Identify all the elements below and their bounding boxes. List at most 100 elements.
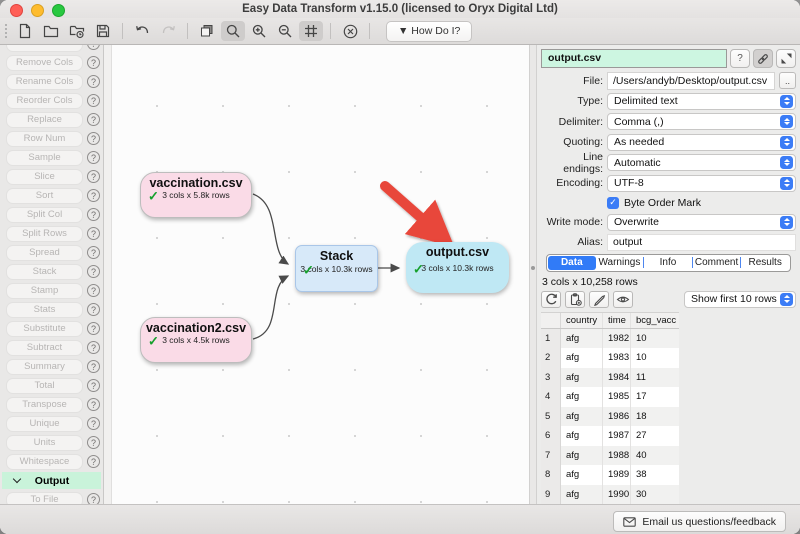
link-button[interactable] xyxy=(753,49,773,68)
redo-icon[interactable] xyxy=(156,21,180,41)
refresh-button[interactable] xyxy=(541,291,561,308)
node-name-input[interactable]: output.csv xyxy=(541,49,727,68)
sidebar-item-total[interactable]: Total xyxy=(6,378,83,394)
node-vaccination1[interactable]: vaccination.csv 3 cols x 5.8k rows xyxy=(140,172,252,218)
tab-comment[interactable]: Comment xyxy=(693,256,741,270)
help-icon[interactable] xyxy=(87,303,100,316)
open-file-icon[interactable] xyxy=(39,21,63,41)
write-mode-select[interactable]: Overwrite xyxy=(607,214,796,231)
duplicate-icon[interactable] xyxy=(195,21,219,41)
help-icon[interactable] xyxy=(87,341,100,354)
help-button[interactable]: ? xyxy=(730,49,750,68)
help-icon[interactable] xyxy=(87,151,100,164)
sidebar-item-sample[interactable]: Sample xyxy=(6,150,83,166)
sidebar-item-summary[interactable]: Summary xyxy=(6,359,83,375)
help-icon[interactable] xyxy=(87,94,100,107)
help-icon[interactable] xyxy=(87,227,100,240)
tab-results[interactable]: Results xyxy=(741,256,789,270)
sidebar-item-stamp[interactable]: Stamp xyxy=(6,283,83,299)
alias-input[interactable]: output xyxy=(607,234,796,251)
sidebar-item-unique[interactable]: Unique xyxy=(6,416,83,432)
sidebar-scrollbar[interactable] xyxy=(104,45,112,504)
help-icon[interactable] xyxy=(87,322,100,335)
panel-splitter[interactable] xyxy=(529,45,537,504)
node-stack[interactable]: Stack 3 cols x 10.3k rows xyxy=(295,245,378,292)
encoding-select[interactable]: UTF-8 xyxy=(607,175,796,192)
help-icon[interactable] xyxy=(87,265,100,278)
help-icon[interactable] xyxy=(87,189,100,202)
sidebar-item-remove-cols[interactable]: Remove Cols xyxy=(6,55,83,71)
undo-icon[interactable] xyxy=(130,21,154,41)
help-icon[interactable] xyxy=(87,493,100,504)
sidebar-item-rename-cols[interactable]: Rename Cols xyxy=(6,74,83,90)
type-select[interactable]: Delimited text xyxy=(607,93,796,110)
cancel-icon[interactable] xyxy=(338,21,362,41)
sidebar-item-replace[interactable]: Replace xyxy=(6,112,83,128)
table-row[interactable]: 9afg199030 xyxy=(541,485,679,505)
help-icon[interactable] xyxy=(87,360,100,373)
sidebar-item-subtract[interactable]: Subtract xyxy=(6,340,83,356)
zoom-tool-icon[interactable] xyxy=(221,21,245,41)
rows-filter-select[interactable]: Show first 10 rows xyxy=(684,291,796,308)
sidebar-item-spread[interactable]: Spread xyxy=(6,245,83,261)
output-section-header[interactable]: Output xyxy=(2,472,101,489)
browse-button[interactable]: .. xyxy=(779,72,796,89)
table-row[interactable]: 6afg198727 xyxy=(541,426,679,446)
help-icon[interactable] xyxy=(87,208,100,221)
table-row[interactable]: 8afg198938 xyxy=(541,465,679,485)
byte-order-mark-checkbox[interactable] xyxy=(607,197,619,209)
sidebar-item-transpose[interactable]: Transpose xyxy=(6,397,83,413)
help-icon[interactable] xyxy=(87,45,100,50)
sidebar-item-split-rows[interactable]: Split Rows xyxy=(6,226,83,242)
sidebar-item-split-col[interactable]: Split Col xyxy=(6,207,83,223)
sidebar-item-whitespace[interactable]: Whitespace xyxy=(6,454,83,470)
help-icon[interactable] xyxy=(87,56,100,69)
col-header-bcg-vacc[interactable]: bcg_vacc xyxy=(631,313,679,328)
expand-button[interactable] xyxy=(776,49,796,68)
copy-button[interactable] xyxy=(565,291,585,308)
how-do-i-button[interactable]: ▼ How Do I? xyxy=(386,21,472,42)
help-icon[interactable] xyxy=(87,75,100,88)
view-button[interactable] xyxy=(613,291,633,308)
help-icon[interactable] xyxy=(87,246,100,259)
table-row[interactable]: 2afg198310 xyxy=(541,348,679,368)
grid-snap-icon[interactable] xyxy=(299,21,323,41)
help-icon[interactable] xyxy=(87,398,100,411)
table-row[interactable]: 3afg198411 xyxy=(541,368,679,388)
col-header-country[interactable]: country xyxy=(561,313,603,328)
new-file-icon[interactable] xyxy=(13,21,37,41)
edit-button[interactable] xyxy=(589,291,609,308)
sidebar-item-sort[interactable]: Sort xyxy=(6,188,83,204)
zoom-in-icon[interactable] xyxy=(247,21,271,41)
help-icon[interactable] xyxy=(87,170,100,183)
help-icon[interactable] xyxy=(87,132,100,145)
sidebar-item-stats[interactable]: Stats xyxy=(6,302,83,318)
help-icon[interactable] xyxy=(87,379,100,392)
tab-warnings[interactable]: Warnings xyxy=(596,256,644,270)
tab-info[interactable]: Info xyxy=(644,256,692,270)
help-icon[interactable] xyxy=(87,417,100,430)
save-icon[interactable] xyxy=(91,21,115,41)
table-row[interactable]: 5afg198618 xyxy=(541,407,679,427)
help-icon[interactable] xyxy=(87,455,100,468)
file-path-input[interactable]: /Users/andyb/Desktop/output.csv xyxy=(607,72,775,90)
node-output-selected[interactable]: output.csv 3 cols x 10.3k rows xyxy=(406,242,509,293)
node-vaccination2[interactable]: vaccination2.csv 3 cols x 4.5k rows xyxy=(140,317,252,363)
feedback-button[interactable]: Email us questions/feedback xyxy=(613,511,786,532)
sidebar-item-row-num[interactable]: Row Num xyxy=(6,131,83,147)
table-row[interactable]: 1afg198210 xyxy=(541,329,679,349)
quoting-select[interactable]: As needed xyxy=(607,134,796,151)
sidebar-item-substitute[interactable]: Substitute xyxy=(6,321,83,337)
help-icon[interactable] xyxy=(87,284,100,297)
zoom-out-icon[interactable] xyxy=(273,21,297,41)
table-row[interactable]: 4afg198517 xyxy=(541,387,679,407)
line-endings-select[interactable]: Automatic xyxy=(607,154,796,171)
sidebar-item-to-file[interactable]: To File xyxy=(6,492,83,505)
table-row[interactable]: 7afg198840 xyxy=(541,446,679,466)
recent-files-icon[interactable] xyxy=(65,21,89,41)
flow-canvas[interactable]: vaccination.csv 3 cols x 5.8k rows vacci… xyxy=(112,45,529,504)
help-icon[interactable] xyxy=(87,113,100,126)
sidebar-item-stack[interactable]: Stack xyxy=(6,264,83,280)
sidebar-item-reorder-cols[interactable]: Reorder Cols xyxy=(6,93,83,109)
sidebar-item-slice[interactable]: Slice xyxy=(6,169,83,185)
